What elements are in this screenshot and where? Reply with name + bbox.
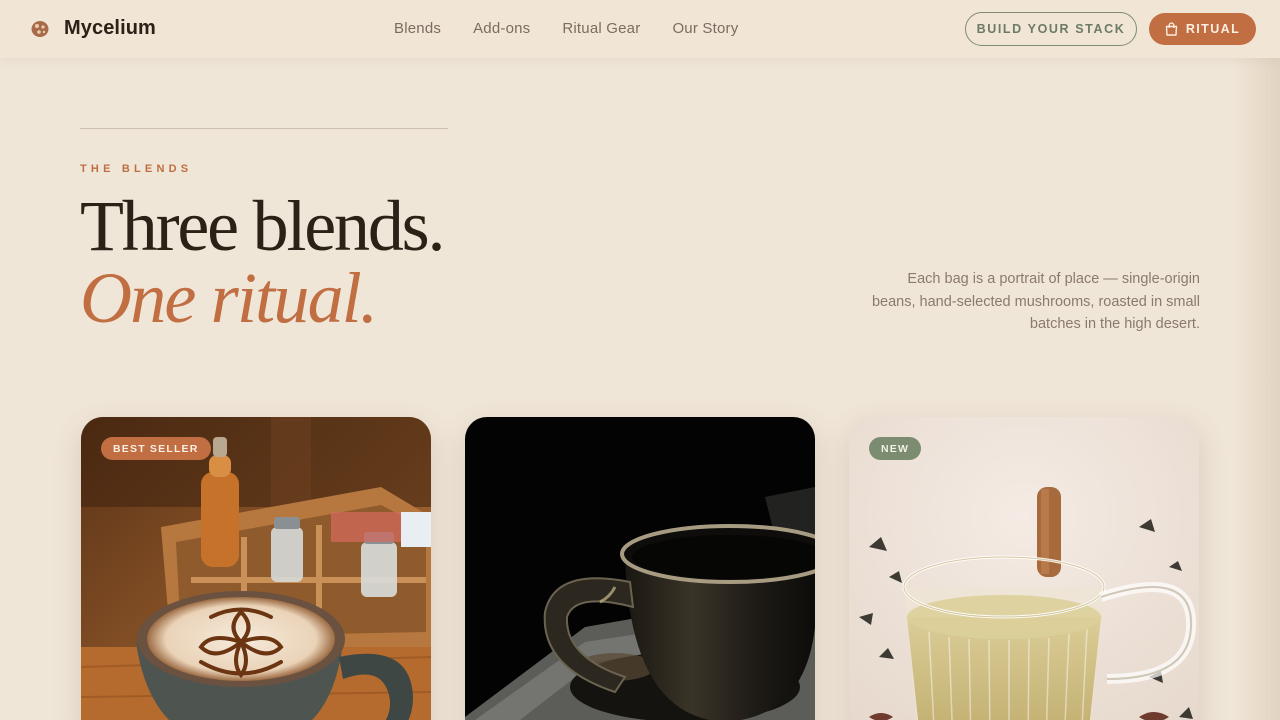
- mushroom-icon: [31, 20, 49, 37]
- section-eyebrow: THE BLENDS: [80, 163, 193, 175]
- main-nav: Blends Add-ons Ritual Gear Our Story: [394, 20, 770, 37]
- brand-name: Mycelium: [64, 17, 156, 39]
- ritual-button-label: RITUAL: [1185, 22, 1241, 36]
- edge-shade: [1232, 0, 1280, 720]
- hero-intro: Each bag is a portrait of place — single…: [871, 271, 1200, 332]
- nav-our-story[interactable]: Our Story: [672, 20, 738, 37]
- blend-card-3[interactable]: NEW: [849, 417, 1199, 720]
- divider: [80, 128, 448, 129]
- brand[interactable]: Mycelium: [30, 17, 156, 40]
- nav-add-ons[interactable]: Add-ons: [473, 20, 530, 37]
- glass-tea-cup-photo: [849, 417, 1199, 720]
- hero-headline: Three blends.: [80, 186, 445, 266]
- new-badge: NEW: [869, 437, 922, 460]
- hero-subheadline: One ritual.: [80, 258, 378, 338]
- nav-ritual-gear[interactable]: Ritual Gear: [562, 20, 640, 37]
- dark-ceramic-cup-photo: [465, 417, 815, 720]
- build-your-stack-button[interactable]: BUILD YOUR STACK: [965, 12, 1137, 46]
- nav-blends[interactable]: Blends: [394, 20, 441, 37]
- latte-art-mug-photo: [81, 417, 431, 720]
- ritual-button[interactable]: RITUAL: [1149, 13, 1256, 45]
- shopping-bag-icon: [1165, 22, 1178, 36]
- site-header: Mycelium Blends Add-ons Ritual Gear Our …: [0, 0, 1280, 58]
- blend-card-2[interactable]: [465, 417, 815, 720]
- best-seller-badge: BEST SELLER: [101, 437, 211, 460]
- blend-card-1[interactable]: BEST SELLER: [81, 417, 431, 720]
